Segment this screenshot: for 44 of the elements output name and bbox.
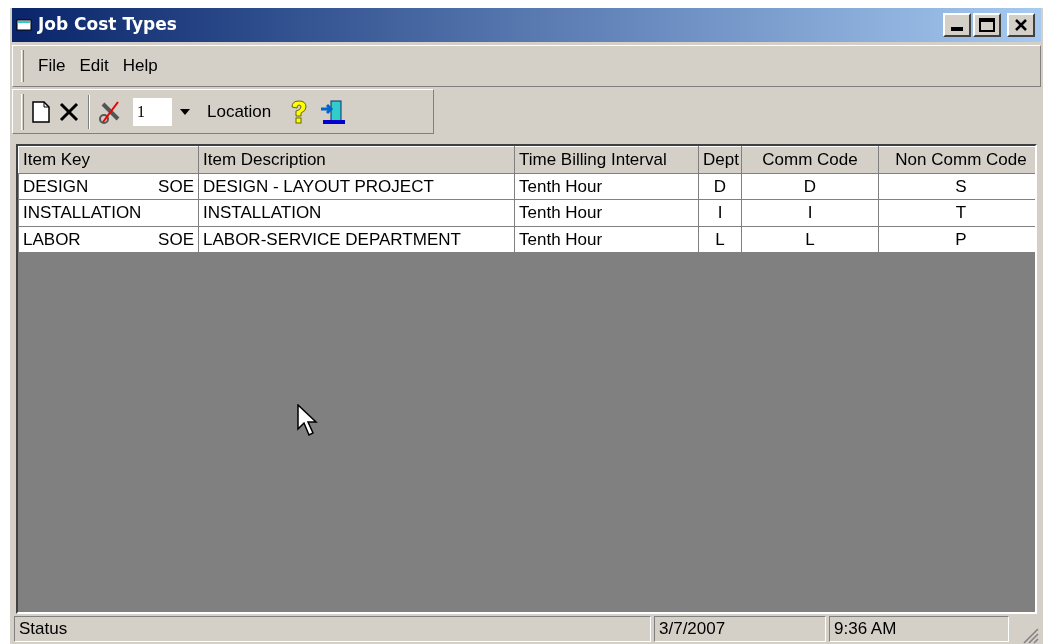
table-cell: L (698, 226, 742, 253)
close-button[interactable] (1007, 13, 1035, 37)
table-cell: L (741, 226, 879, 253)
close-icon (1014, 18, 1028, 32)
menu-item[interactable]: Edit (73, 53, 115, 79)
table-cell: Tenth Hour (514, 173, 699, 200)
minimize-button[interactable] (943, 13, 971, 37)
table-cell-text: DESIGN (23, 175, 89, 198)
delete-icon[interactable] (58, 100, 80, 123)
new-document-icon[interactable] (32, 100, 50, 123)
table-cell: D (698, 173, 742, 200)
resize-grip-icon[interactable] (1021, 626, 1039, 644)
exit-door-icon[interactable] (319, 98, 348, 125)
table-cell-text: SOE (158, 228, 194, 251)
column-header[interactable]: Item Description (198, 146, 515, 173)
location-dropdown[interactable]: 1 (132, 96, 199, 127)
status-panel: 3/7/2007 (654, 616, 826, 642)
table-cell: Tenth Hour (514, 199, 699, 226)
table-cell: I (698, 199, 742, 226)
table-cell: I (741, 199, 879, 226)
window-title: Job Cost Types (38, 13, 177, 37)
location-label: Location (207, 100, 272, 123)
table-cell: INSTALLATION (198, 199, 515, 226)
column-header[interactable]: Comm Code (741, 146, 879, 173)
menu-item[interactable]: File (32, 53, 72, 79)
table-cell-text: LABOR (23, 228, 81, 251)
minimize-icon (951, 27, 963, 31)
status-panel: 9:36 AM (829, 616, 1009, 642)
menu-item[interactable]: Help (116, 53, 164, 79)
window-icon (16, 17, 34, 33)
table-cell: D (741, 173, 879, 200)
maximize-icon (979, 18, 995, 32)
table-cell: DESIGN - LAYOUT PROJECT (198, 173, 515, 200)
maximize-button[interactable] (973, 13, 1001, 37)
table-cell: Tenth Hour (514, 226, 699, 253)
column-header[interactable]: Item Key (18, 146, 199, 173)
table-cell-text: INSTALLATION (23, 202, 142, 224)
mouse-pointer-icon (297, 404, 321, 438)
table-cell: LABOR-SERVICE DEPARTMENT (198, 226, 515, 253)
table-cell-text: SOE (158, 175, 194, 198)
column-header[interactable]: Non Comm Code (878, 146, 1035, 173)
status-panel: Status (14, 616, 651, 642)
column-header[interactable]: Time Billing Interval (514, 146, 699, 173)
column-header[interactable]: Dept (698, 146, 742, 173)
